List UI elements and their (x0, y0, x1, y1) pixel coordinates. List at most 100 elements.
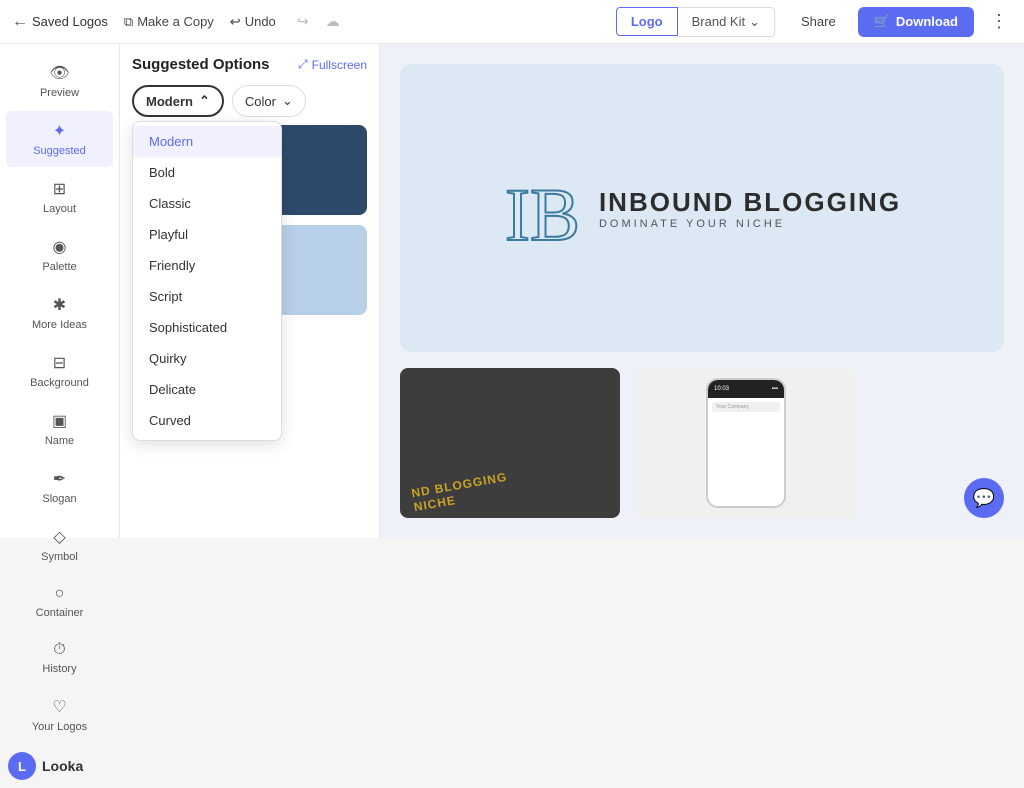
phone-signal-icon: ▪▪▪ (772, 386, 778, 392)
sidebar-item-container[interactable]: ○ Container (6, 575, 113, 629)
history-icon: ⏱ (53, 641, 65, 659)
logo-icon-mark: IB (503, 168, 583, 248)
panel-title: Suggested Options (132, 56, 270, 73)
logo-sub-text: DOMINATE YOUR NICHE (599, 218, 901, 230)
sidebar-label-slogan: Slogan (42, 493, 76, 505)
share-button[interactable]: Share (791, 8, 846, 35)
sidebar-label-background: Background (30, 377, 89, 389)
sidebar-item-more-ideas[interactable]: ✱ More Ideas (6, 285, 113, 341)
dropdown-item-friendly[interactable]: Friendly (133, 250, 281, 281)
sidebar-item-slogan[interactable]: ✒ Slogan (6, 459, 113, 515)
download-label: Download (896, 14, 958, 29)
palette-icon: ◉ (53, 237, 67, 257)
sidebar-item-name[interactable]: ▣ Name (6, 401, 113, 457)
logo-composition: IB INBOUND BLOGGING DOMINATE YOUR NICHE (503, 168, 901, 248)
sidebar-item-palette[interactable]: ◉ Palette (6, 227, 113, 283)
back-arrow-icon: ← (12, 13, 28, 31)
eye-icon: 👁 (49, 63, 69, 83)
style-dropdown: Modern Bold Classic Playful Friendly Scr… (132, 121, 282, 441)
sidebar: 👁 Preview ✦ Suggested ⊞ Layout ◉ Palette… (0, 44, 120, 538)
sidebar-item-symbol[interactable]: ◇ Symbol (6, 517, 113, 573)
panel-header: Suggested Options ⤢ Fullscreen (132, 56, 367, 73)
download-button[interactable]: 🛒 Download (858, 7, 974, 37)
logo-main-text: INBOUND BLOGGING (599, 187, 901, 218)
brandkit-label: Brand Kit (692, 14, 745, 29)
undo-label: Undo (245, 14, 276, 29)
fullscreen-button[interactable]: ⤢ Fullscreen (298, 57, 367, 72)
main-logo-preview[interactable]: IB INBOUND BLOGGING DOMINATE YOUR NICHE (400, 64, 1004, 352)
dropdown-item-sophisticated[interactable]: Sophisticated (133, 312, 281, 343)
sidebar-item-suggested[interactable]: ✦ Suggested (6, 111, 113, 167)
make-copy-button[interactable]: ⧉ Make a Copy (124, 14, 214, 30)
sidebar-item-your-logos[interactable]: ♡ Your Logos (6, 687, 113, 743)
tab-brandkit[interactable]: Brand Kit ⌄ (678, 7, 775, 37)
phone-time: 10:03 (714, 386, 729, 392)
dropdown-item-modern[interactable]: Modern (133, 126, 281, 157)
sidebar-label-container: Container (36, 607, 84, 619)
looka-logo-mark: L (8, 752, 36, 780)
sidebar-label-more-ideas: More Ideas (32, 319, 87, 331)
dropdown-item-delicate[interactable]: Delicate (133, 374, 281, 405)
fullscreen-icon: ⤢ (298, 57, 308, 72)
sidebar-label-name: Name (45, 435, 74, 447)
svg-text:IB: IB (505, 174, 580, 248)
phone-device: 10:03 ▪▪▪ Your Company (706, 378, 786, 508)
fullscreen-label: Fullscreen (312, 58, 367, 72)
layout-icon: ⊞ (53, 179, 66, 199)
style-filter-label: Modern (146, 94, 193, 109)
options-panel: Suggested Options ⤢ Fullscreen Modern ⌃ … (120, 44, 380, 538)
tab-logo[interactable]: Logo (616, 7, 678, 36)
sidebar-label-your-logos: Your Logos (32, 721, 87, 733)
phone-status-bar: 10:03 ▪▪▪ (708, 380, 784, 398)
dropdown-item-quirky[interactable]: Quirky (133, 343, 281, 374)
filter-row: Modern ⌃ Color ⌄ Modern Bold Classic Pla… (132, 85, 367, 117)
color-filter-label: Color (245, 94, 276, 109)
topnav-right: Share 🛒 Download ⋮ (791, 7, 1012, 37)
looka-wordmark: Looka (42, 758, 83, 774)
chat-icon: 💬 (973, 488, 995, 509)
sidebar-item-history[interactable]: ⏱ History (6, 631, 113, 685)
heart-icon: ♡ (52, 697, 66, 717)
topnav-left: ← Saved Logos ⧉ Make a Copy ↩ Undo ↪ ☁ (12, 11, 600, 33)
redo-icon[interactable]: ↪ (292, 11, 314, 33)
topnav-icons: ↪ ☁ (292, 11, 344, 33)
brandkit-chevron-icon: ⌄ (749, 14, 760, 30)
name-icon: ▣ (52, 411, 67, 431)
chat-support-button[interactable]: 💬 (964, 478, 1004, 518)
preview-area: IB INBOUND BLOGGING DOMINATE YOUR NICHE … (380, 44, 1024, 538)
sidebar-item-background[interactable]: ⊟ Background (6, 343, 113, 399)
undo-icon: ↩ (230, 14, 241, 30)
back-button[interactable]: ← Saved Logos (12, 13, 108, 31)
color-filter-button[interactable]: Color ⌄ (232, 85, 306, 117)
dropdown-item-bold[interactable]: Bold (133, 157, 281, 188)
sidebar-label-history: History (42, 663, 76, 675)
dropdown-item-playful[interactable]: Playful (133, 219, 281, 250)
copy-label: Make a Copy (137, 14, 214, 29)
phone-search-bar: Your Company (712, 402, 780, 412)
style-filter-chevron-icon: ⌃ (199, 93, 210, 109)
sidebar-branding: L Looka (0, 744, 119, 788)
container-icon: ○ (55, 585, 65, 603)
more-ideas-icon: ✱ (53, 295, 66, 315)
sidebar-label-palette: Palette (42, 261, 76, 273)
style-filter-button[interactable]: Modern ⌃ (132, 85, 224, 117)
copy-icon: ⧉ (124, 14, 133, 30)
dropdown-item-classic[interactable]: Classic (133, 188, 281, 219)
top-navigation: ← Saved Logos ⧉ Make a Copy ↩ Undo ↪ ☁ L… (0, 0, 1024, 44)
symbol-icon: ◇ (53, 527, 65, 547)
undo-button[interactable]: ↩ Undo (230, 14, 276, 30)
phone-mockup-card[interactable]: 10:03 ▪▪▪ Your Company (636, 368, 856, 518)
preview-mockups-row: ND BLOGGINGNICHE 10:03 ▪▪▪ Your Company (400, 368, 1004, 518)
dropdown-item-script[interactable]: Script (133, 281, 281, 312)
color-filter-chevron-icon: ⌄ (282, 93, 293, 109)
sidebar-label-suggested: Suggested (33, 145, 86, 157)
dropdown-item-curved[interactable]: Curved (133, 405, 281, 436)
sidebar-label-layout: Layout (43, 203, 76, 215)
background-icon: ⊟ (53, 353, 66, 373)
business-card-mockup[interactable]: ND BLOGGINGNICHE (400, 368, 620, 518)
suggested-icon: ✦ (53, 121, 66, 141)
sidebar-item-preview[interactable]: 👁 Preview (6, 53, 113, 109)
logo-text: INBOUND BLOGGING DOMINATE YOUR NICHE (599, 187, 901, 230)
sidebar-item-layout[interactable]: ⊞ Layout (6, 169, 113, 225)
more-menu-button[interactable]: ⋮ (986, 7, 1012, 36)
